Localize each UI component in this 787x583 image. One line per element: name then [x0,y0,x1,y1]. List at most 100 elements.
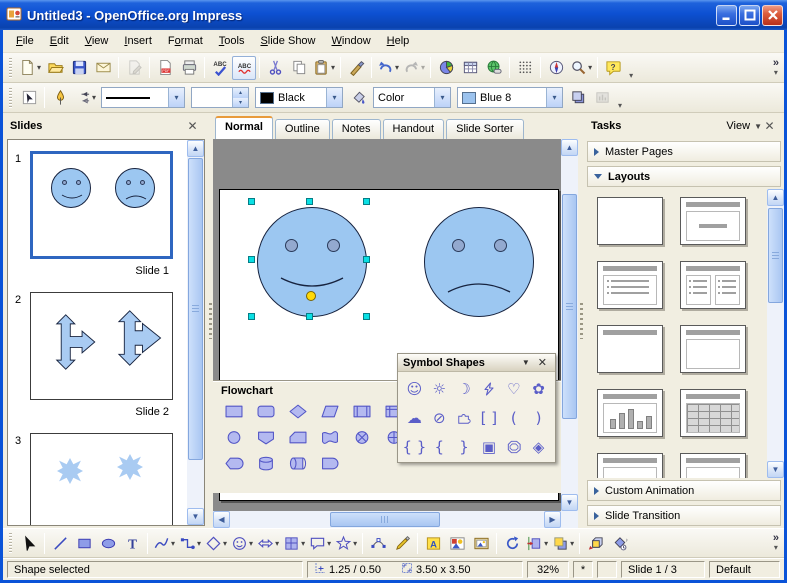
format-paintbrush-button[interactable] [344,56,368,80]
hyperlink-button[interactable] [482,56,506,80]
slide-list-item[interactable]: 2Slide 2 [8,281,187,422]
save-button[interactable] [67,56,91,80]
arrow-style-button[interactable]: ▾ [72,86,98,110]
flowchart-shape-card[interactable] [285,426,311,448]
edit-file-button[interactable] [122,56,146,80]
glue-points-tool-button[interactable] [390,531,414,555]
scroll-right-icon[interactable]: ▶ [544,511,561,528]
flowchart-shape-summing-junction[interactable] [349,426,375,448]
chevron-down-icon[interactable]: ▾ [546,88,562,107]
fontwork-gallery-tool-button[interactable]: A [421,531,445,555]
dropdown-arrow-icon[interactable]: ▾ [301,539,305,548]
shadow-button[interactable] [566,86,590,110]
overflow-arrow-icon[interactable]: ▾ [774,543,778,552]
chevron-down-icon[interactable]: ▾ [326,88,342,107]
symbol-shape-right-brace[interactable]: } [452,433,477,460]
interaction-tool-button[interactable]: ♪ [607,531,631,555]
alignment-tool-button[interactable]: ▾ [524,531,550,555]
overflow-arrow-icon[interactable]: ▾ [774,68,778,77]
spinner-down-icon[interactable]: ▾ [233,98,248,108]
connector-tool-button[interactable]: ▾ [177,531,203,555]
chevron-down-icon[interactable]: ▼ [754,122,762,131]
selection-handle[interactable] [248,313,255,320]
scroll-down-icon[interactable]: ▼ [561,494,578,511]
canvas-vscrollbar[interactable]: ▲ ▼ [561,139,578,511]
toolbar-options-button[interactable]: ▾ [629,71,633,82]
email-button[interactable] [91,56,115,80]
scroll-down-icon[interactable]: ▼ [187,508,204,525]
symbol-shape-right-bracket[interactable]: ) [526,404,551,431]
status-style-name[interactable]: Default [709,561,780,578]
slide-thumbnail-1[interactable] [30,151,173,259]
tab-notes[interactable]: Notes [332,119,381,139]
symbol-shape-smiley[interactable]: ☺ [402,375,427,402]
dropdown-arrow-icon[interactable]: ▾ [327,539,331,548]
line-width-spinner[interactable]: ▴▾ [191,87,249,108]
dropdown-arrow-icon[interactable]: ▾ [421,63,425,72]
layout-blank[interactable] [597,197,663,245]
curve-tool-button[interactable]: ▾ [151,531,177,555]
stars-tool-button[interactable]: ▾ [333,531,359,555]
export-pdf-button[interactable]: PDF [153,56,177,80]
canvas-hscrollbar[interactable]: ◀ ▶ [213,511,561,528]
scroll-down-icon[interactable]: ▼ [767,461,784,478]
overflow-chevron-icon[interactable]: » [773,534,779,543]
symbol-shape-sun[interactable]: ☼ [427,375,452,402]
line-pen-button[interactable] [48,86,72,110]
adjustment-handle[interactable] [306,291,316,301]
fill-color-select[interactable]: Blue 8▾ [457,87,563,108]
flowchart-tool-button[interactable]: ▾ [281,531,307,555]
zoom-button[interactable]: ▾ [568,56,594,80]
from-file-tool-button[interactable] [445,531,469,555]
frowny-face-shape[interactable] [424,207,534,317]
tab-normal[interactable]: Normal [215,116,273,139]
status-zoom[interactable]: 32% [527,561,569,578]
line-color-select[interactable]: Black▾ [255,87,343,108]
area-fill-button[interactable] [346,86,370,110]
section-slide-transition[interactable]: Slide Transition [587,505,781,526]
selection-handle[interactable] [363,313,370,320]
slide-thumbnail-2[interactable] [30,292,173,400]
minimize-button[interactable] [716,5,737,26]
basic-shapes-tool-button[interactable]: ▾ [203,531,229,555]
close-button[interactable] [762,5,783,26]
table-button[interactable] [458,56,482,80]
maximize-button[interactable] [739,5,760,26]
spinner-up-icon[interactable]: ▴ [233,88,248,98]
toolbar-grip[interactable] [7,533,14,553]
selection-handle[interactable] [363,198,370,205]
flowchart-shape-connector[interactable] [221,426,247,448]
scrollbar-thumb[interactable] [330,512,440,527]
dropdown-arrow-icon[interactable]: ▾ [171,539,175,548]
selection-handle[interactable] [248,198,255,205]
selection-handle[interactable] [306,313,313,320]
undo-button[interactable]: ▾ [375,56,401,80]
dropdown-arrow-icon[interactable]: ▾ [197,539,201,548]
selection-handle[interactable] [248,256,255,263]
dropdown-arrow-icon[interactable]: ▾ [275,539,279,548]
chevron-down-icon[interactable]: ▾ [168,88,184,107]
points-tool-button[interactable] [366,531,390,555]
rotate-tool-button[interactable] [500,531,524,555]
slide-list-item[interactable]: 3 [8,422,187,525]
dropdown-arrow-icon[interactable]: ▾ [92,93,96,102]
menu-view[interactable]: View [77,32,117,50]
layout-title-two-content[interactable] [680,261,746,309]
navigator-button[interactable] [544,56,568,80]
tab-outline[interactable]: Outline [275,119,330,139]
display-grid-button[interactable] [513,56,537,80]
flowchart-shape-alternate-process[interactable] [253,400,279,422]
symbol-shape-left-bracket[interactable]: ( [501,404,526,431]
flowchart-shape-data[interactable] [317,400,343,422]
symbol-shape-double-bracket[interactable]: [ ] [477,404,502,431]
symbol-shape-moon[interactable]: ☽ [452,375,477,402]
toolbar-options-button[interactable]: ▾ [618,101,622,112]
scroll-up-icon[interactable]: ▲ [187,140,204,157]
dropdown-arrow-icon[interactable]: ▾ [353,539,357,548]
toolbar-overflow-button[interactable]: »▾ [773,534,781,552]
scroll-up-icon[interactable]: ▲ [767,189,784,206]
scroll-up-icon[interactable]: ▲ [561,139,578,156]
symbol-shape-cloud[interactable]: ☁ [402,404,427,431]
cut-button[interactable] [263,56,287,80]
dropdown-arrow-icon[interactable]: ▾ [588,63,592,72]
